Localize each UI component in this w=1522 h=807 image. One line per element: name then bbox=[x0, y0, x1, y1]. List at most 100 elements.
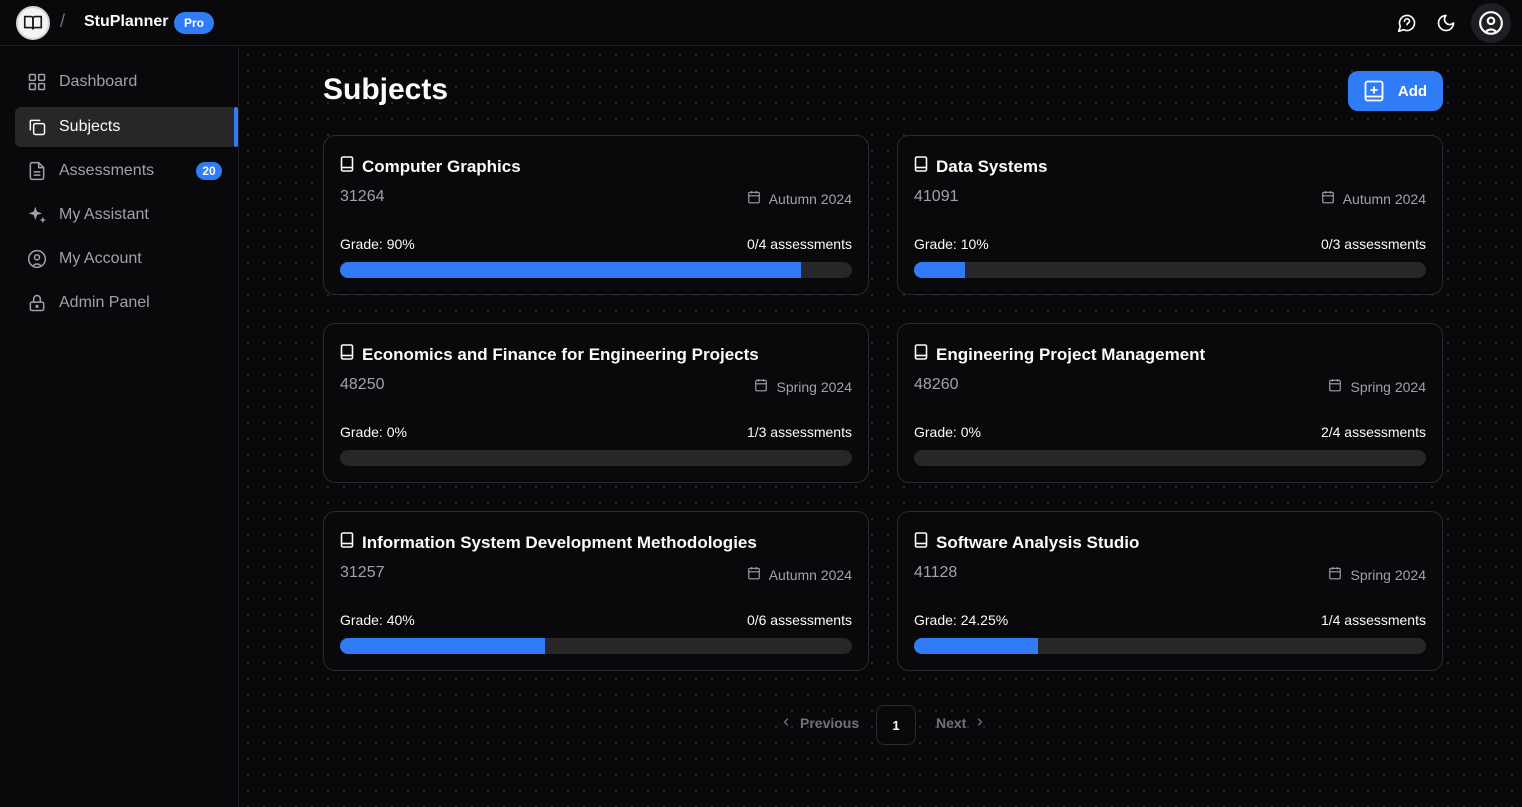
subject-term: Autumn 2024 bbox=[747, 566, 852, 583]
grade-progress-fill bbox=[340, 262, 801, 278]
chat-icon[interactable] bbox=[1395, 11, 1419, 35]
book-icon bbox=[914, 156, 928, 177]
grade-progress-bar bbox=[340, 450, 852, 466]
subject-assessment-count: 1/4 assessments bbox=[1320, 612, 1426, 628]
book-icon bbox=[914, 532, 928, 553]
chevron-right-icon bbox=[974, 715, 986, 731]
subject-grade: Grade: 0% bbox=[340, 424, 407, 440]
add-button-label: Add bbox=[1397, 82, 1428, 100]
pagination-previous-label: Previous bbox=[800, 715, 860, 731]
pro-badge: Pro bbox=[174, 12, 215, 34]
user-menu-button[interactable] bbox=[1471, 3, 1511, 43]
subject-card[interactable]: Computer Graphics 31264 Autumn 2024 Grade: … bbox=[323, 135, 869, 295]
sidebar-item-label: My Assistant bbox=[59, 206, 149, 223]
subject-term-label: Spring 2024 bbox=[1350, 566, 1426, 583]
assessments-count-badge: 20 bbox=[196, 162, 222, 180]
subject-name: Economics and Finance for Engineering Pr… bbox=[362, 344, 759, 364]
subject-title: Economics and Finance for Engineering Pr… bbox=[340, 344, 759, 365]
breadcrumb-separator: / bbox=[60, 11, 66, 31]
copy-icon bbox=[27, 117, 47, 137]
subject-title: Computer Graphics bbox=[340, 156, 521, 177]
sidebar-item-assessments[interactable]: Assessments 20 bbox=[15, 151, 237, 191]
subject-name: Computer Graphics bbox=[362, 156, 521, 176]
user-circle-icon bbox=[27, 249, 47, 269]
subject-name: Software Analysis Studio bbox=[936, 532, 1140, 552]
subject-code: 31257 bbox=[340, 564, 385, 581]
sidebar-item-dashboard[interactable]: Dashboard bbox=[15, 62, 237, 102]
subject-grade: Grade: 0% bbox=[914, 424, 981, 440]
app-logo-icon[interactable] bbox=[16, 6, 50, 40]
subject-card[interactable]: Information System Development Methodolo… bbox=[323, 511, 869, 671]
page-title: Subjects bbox=[323, 73, 449, 106]
subject-term: Autumn 2024 bbox=[1321, 190, 1426, 207]
book-icon bbox=[914, 344, 928, 365]
sidebar-item-my-assistant[interactable]: My Assistant bbox=[15, 195, 237, 235]
subject-code: 31264 bbox=[340, 188, 385, 205]
subject-term: Spring 2024 bbox=[1328, 378, 1426, 395]
sidebar-item-label: Admin Panel bbox=[59, 294, 150, 311]
subject-title: Engineering Project Management bbox=[914, 344, 1205, 365]
chevron-left-icon bbox=[780, 715, 792, 731]
book-icon bbox=[340, 344, 354, 365]
main-content: Subjects Add Computer Graphics 31264 Autum… bbox=[240, 47, 1522, 807]
book-icon bbox=[340, 532, 354, 553]
pagination-next[interactable]: Next bbox=[936, 715, 986, 731]
subject-name: Engineering Project Management bbox=[936, 344, 1206, 364]
grade-progress-bar bbox=[340, 638, 852, 654]
subject-code: 48250 bbox=[340, 376, 385, 393]
file-icon bbox=[27, 161, 47, 181]
grade-progress-bar bbox=[914, 450, 1426, 466]
pagination-page-1[interactable]: 1 bbox=[876, 705, 916, 745]
sidebar-item-label: Dashboard bbox=[59, 73, 138, 90]
subject-term: Autumn 2024 bbox=[747, 190, 852, 207]
sidebar-item-admin-panel[interactable]: Admin Panel bbox=[15, 283, 237, 323]
grade-progress-bar bbox=[340, 262, 852, 278]
sparkles-icon bbox=[27, 205, 47, 225]
calendar-icon bbox=[747, 566, 761, 583]
top-bar: / StuPlanner Pro bbox=[0, 0, 1522, 46]
user-circle-icon bbox=[1479, 11, 1503, 35]
pagination-previous[interactable]: Previous bbox=[780, 715, 859, 731]
grade-progress-fill bbox=[340, 638, 545, 654]
sidebar-item-my-account[interactable]: My Account bbox=[15, 239, 237, 279]
subject-term-label: Autumn 2024 bbox=[1342, 190, 1426, 207]
subject-term: Spring 2024 bbox=[754, 378, 852, 395]
calendar-icon bbox=[1328, 566, 1342, 583]
subject-assessment-count: 2/4 assessments bbox=[1320, 424, 1426, 440]
pagination-next-label: Next bbox=[936, 715, 967, 731]
subject-code: 41091 bbox=[914, 188, 959, 205]
subject-card[interactable]: Engineering Project Management 48260 Sprin… bbox=[897, 323, 1443, 483]
subject-assessment-count: 1/3 assessments bbox=[746, 424, 852, 440]
grade-progress-fill bbox=[914, 638, 1039, 654]
subject-card[interactable]: Software Analysis Studio 41128 Spring 2024… bbox=[897, 511, 1443, 671]
subject-card[interactable]: Economics and Finance for Engineering Pr… bbox=[323, 323, 869, 483]
subject-title: Information System Development Methodolo… bbox=[340, 532, 757, 553]
sidebar-item-subjects[interactable]: Subjects bbox=[15, 107, 238, 147]
add-subject-button[interactable]: Add bbox=[1348, 71, 1443, 111]
subject-card[interactable]: Data Systems 41091 Autumn 2024 Grade: 10% 0/… bbox=[897, 135, 1443, 295]
subject-title: Data Systems bbox=[914, 156, 1048, 177]
subject-term-label: Spring 2024 bbox=[776, 378, 852, 395]
subject-term-label: Autumn 2024 bbox=[768, 566, 852, 583]
subject-title: Software Analysis Studio bbox=[914, 532, 1139, 553]
sidebar: Dashboard Subjects Assessments 20 My Ass… bbox=[0, 47, 239, 807]
subject-grade: Grade: 40% bbox=[340, 612, 415, 628]
subject-assessment-count: 0/6 assessments bbox=[746, 612, 852, 628]
subject-assessment-count: 0/3 assessments bbox=[1320, 236, 1426, 252]
lock-icon bbox=[27, 293, 47, 313]
app-title[interactable]: StuPlanner bbox=[84, 13, 168, 31]
sidebar-item-label: Subjects bbox=[59, 118, 121, 135]
book-plus-icon bbox=[1364, 80, 1384, 102]
subject-grade: Grade: 24.25% bbox=[914, 612, 1009, 628]
subject-name: Data Systems bbox=[936, 156, 1048, 176]
subject-code: 48260 bbox=[914, 376, 959, 393]
calendar-icon bbox=[754, 378, 768, 395]
moon-icon[interactable] bbox=[1434, 11, 1458, 35]
subject-term-label: Autumn 2024 bbox=[768, 190, 852, 207]
subject-term-label: Spring 2024 bbox=[1350, 378, 1426, 395]
subject-assessment-count: 0/4 assessments bbox=[746, 236, 852, 252]
subject-name: Information System Development Methodolo… bbox=[362, 532, 757, 552]
grade-progress-bar bbox=[914, 638, 1426, 654]
subject-term: Spring 2024 bbox=[1328, 566, 1426, 583]
subject-grade: Grade: 10% bbox=[914, 236, 989, 252]
